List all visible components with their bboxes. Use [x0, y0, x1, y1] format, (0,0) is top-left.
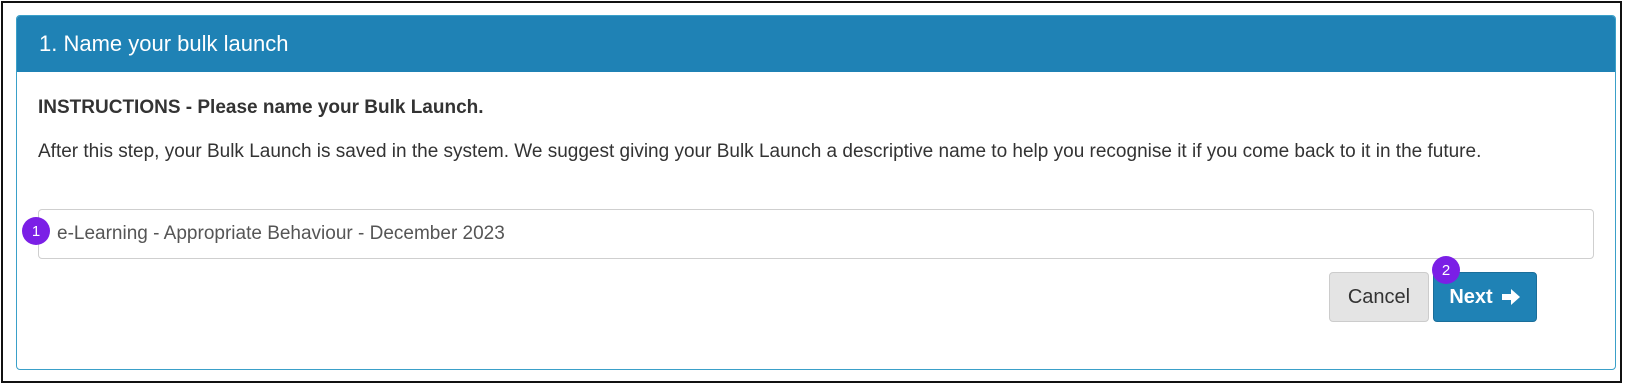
panel-header: 1. Name your bulk launch [17, 16, 1615, 72]
bulk-launch-name-input[interactable] [38, 209, 1594, 259]
instructions-heading: INSTRUCTIONS - Please name your Bulk Lau… [38, 97, 484, 118]
arrow-right-icon [1501, 288, 1521, 306]
cancel-button-label: Cancel [1347, 285, 1411, 308]
panel-body: INSTRUCTIONS - Please name your Bulk Lau… [16, 71, 1616, 370]
instructions-description: After this step, your Bulk Launch is sav… [38, 141, 1482, 162]
next-button-label: Next [1449, 285, 1493, 308]
cancel-button[interactable]: Cancel [1329, 272, 1429, 322]
step-badge-1: 1 [22, 217, 50, 245]
panel-title: 1. Name your bulk launch [39, 31, 289, 56]
step-badge-2: 2 [1432, 256, 1460, 284]
